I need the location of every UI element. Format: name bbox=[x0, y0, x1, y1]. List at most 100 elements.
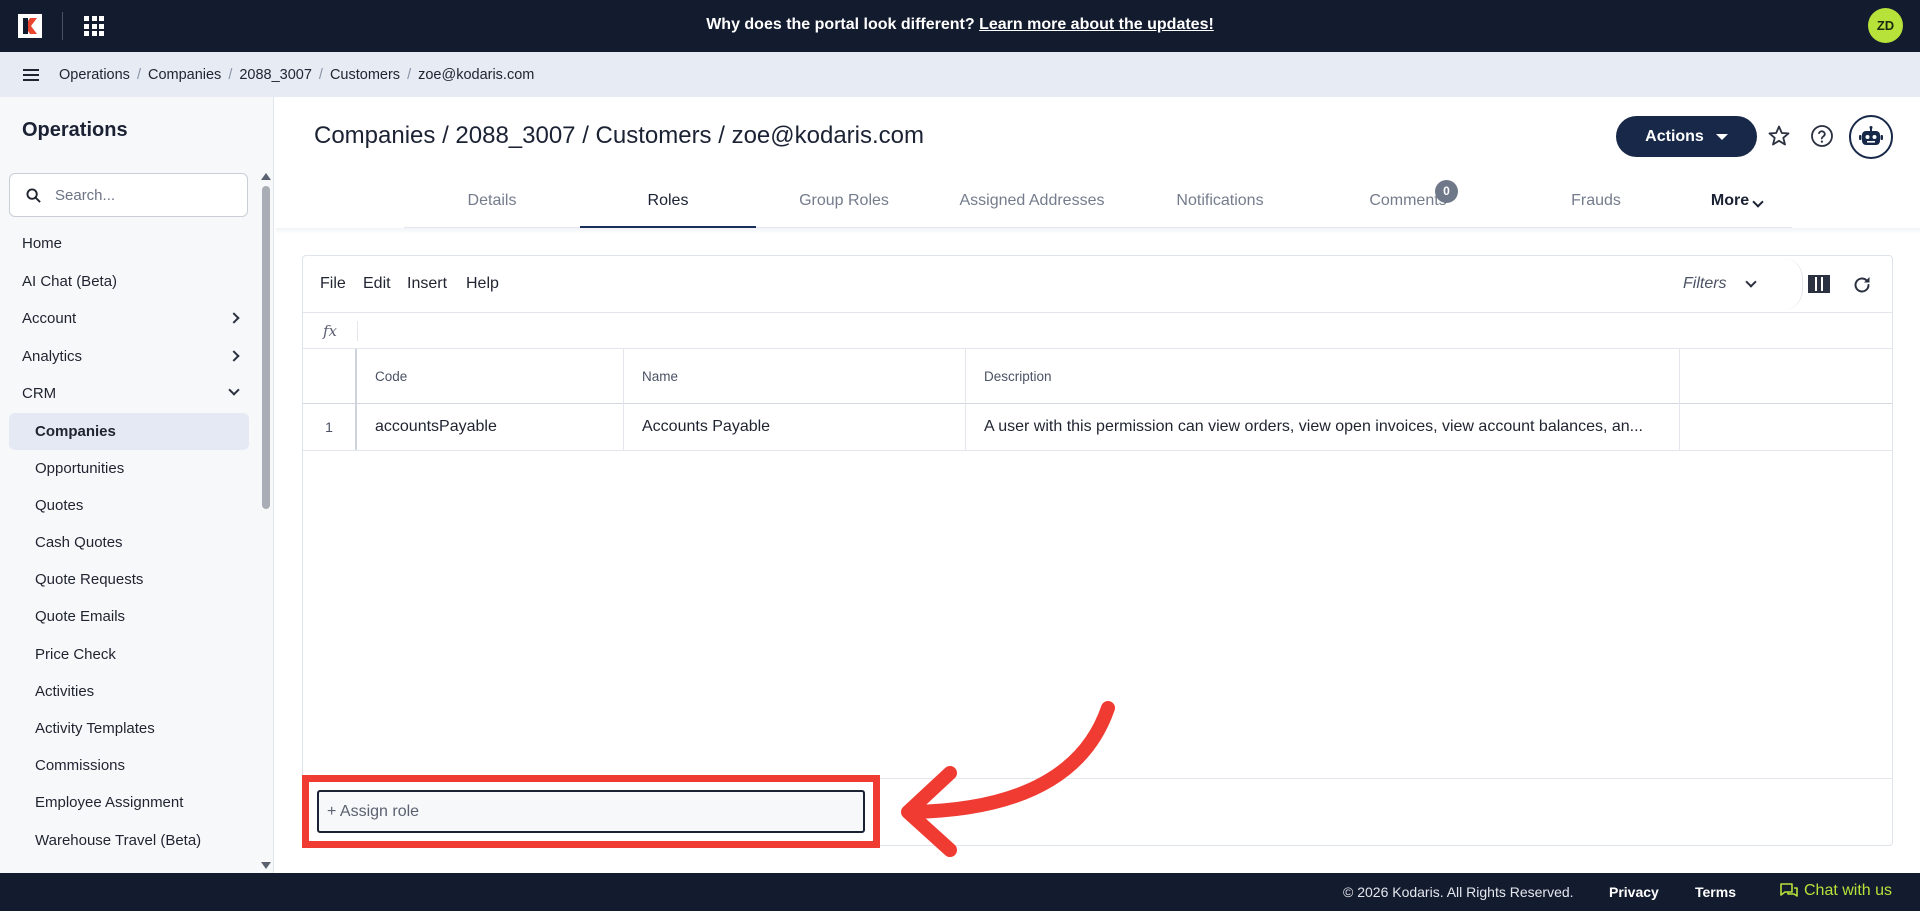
banner-link[interactable]: Learn more about the updates! bbox=[979, 16, 1214, 33]
table-header: Code Name Description bbox=[303, 349, 1892, 404]
annotation-arrow-icon bbox=[901, 701, 1115, 857]
filters-dropdown[interactable]: Filters bbox=[1683, 275, 1727, 293]
tab-group-roles[interactable]: Group Roles bbox=[756, 180, 932, 228]
chevron-down-icon bbox=[1745, 276, 1757, 288]
sidebar-item-price-check[interactable]: Price Check bbox=[0, 636, 258, 673]
sidebar-item-employee-assignment[interactable]: Employee Assignment bbox=[0, 784, 258, 821]
cell-description[interactable]: A user with this permission can view ord… bbox=[966, 404, 1680, 450]
sidebar-item-account[interactable]: Account bbox=[0, 300, 258, 338]
menu-help[interactable]: Help bbox=[466, 275, 499, 293]
menu-file[interactable]: File bbox=[320, 275, 346, 293]
row-number: 1 bbox=[303, 404, 357, 450]
sidebar-nav: Home AI Chat (Beta) Account Analytics CR… bbox=[0, 225, 258, 859]
sidebar-item-label: Account bbox=[22, 310, 77, 327]
chat-icon bbox=[1780, 883, 1798, 897]
tab-notifications[interactable]: Notifications bbox=[1132, 180, 1308, 228]
column-header-description[interactable]: Description bbox=[966, 349, 1680, 404]
breadcrumb-item[interactable]: Companies bbox=[148, 67, 221, 83]
grid-menubar: File Edit Insert Help Filters bbox=[303, 256, 1892, 313]
cell-code[interactable]: accountsPayable bbox=[357, 404, 624, 450]
breadcrumb-item[interactable]: 2088_3007 bbox=[239, 67, 312, 83]
sidebar-item-activity-templates[interactable]: Activity Templates bbox=[0, 710, 258, 747]
refresh-icon[interactable] bbox=[1852, 275, 1872, 295]
sidebar: Operations Search... Home AI Chat (Beta)… bbox=[0, 97, 274, 873]
search-icon bbox=[26, 187, 41, 203]
column-header-name[interactable]: Name bbox=[624, 349, 966, 404]
sidebar-item-commissions[interactable]: Commissions bbox=[0, 747, 258, 784]
top-banner: Why does the portal look different? Lear… bbox=[0, 0, 1920, 52]
sidebar-item-label: Cash Quotes bbox=[35, 534, 123, 552]
tab-roles[interactable]: Roles bbox=[580, 180, 756, 228]
tab-bar: Details Roles Group Roles Assigned Addre… bbox=[404, 180, 1792, 228]
sidebar-item-crm[interactable]: CRM bbox=[0, 375, 258, 413]
sidebar-item-label: Activity Templates bbox=[35, 720, 155, 737]
sidebar-item-analytics[interactable]: Analytics bbox=[0, 338, 258, 376]
chevron-right-icon bbox=[228, 312, 240, 324]
chat-with-us-button[interactable]: Chat with us bbox=[1780, 882, 1892, 900]
sidebar-item-label: Activities bbox=[35, 682, 95, 700]
sidebar-item-companies[interactable]: Companies bbox=[9, 412, 249, 450]
sidebar-item-label: Price Check bbox=[35, 645, 116, 663]
privacy-link[interactable]: Privacy bbox=[1609, 884, 1659, 900]
assign-role-input[interactable]: + Assign role bbox=[317, 790, 865, 833]
chevron-down-icon bbox=[228, 384, 240, 396]
chat-label: Chat with us bbox=[1804, 882, 1893, 899]
terms-link[interactable]: Terms bbox=[1695, 884, 1736, 900]
tab-details[interactable]: Details bbox=[404, 180, 580, 228]
help-icon[interactable] bbox=[1810, 124, 1834, 148]
star-icon[interactable] bbox=[1767, 124, 1791, 148]
breadcrumb-item[interactable]: zoe@kodaris.com bbox=[418, 67, 534, 83]
copyright-text: © 2026 Kodaris. All Rights Reserved. bbox=[1343, 884, 1574, 900]
sidebar-item-quote-emails[interactable]: Quote Emails bbox=[0, 598, 258, 635]
cell-name[interactable]: Accounts Payable bbox=[624, 404, 966, 450]
divider bbox=[357, 321, 358, 341]
sidebar-item-label: Commissions bbox=[35, 757, 126, 775]
sidebar-item-warehouse-travel[interactable]: Warehouse Travel (Beta) bbox=[0, 822, 258, 859]
menu-insert[interactable]: Insert bbox=[407, 275, 447, 293]
caret-down-icon bbox=[1715, 133, 1728, 140]
sidebar-item-opportunities[interactable]: Opportunities bbox=[0, 450, 258, 487]
tabs-shadow bbox=[276, 228, 1920, 234]
row-number-header bbox=[303, 349, 357, 404]
sidebar-item-activities[interactable]: Activities bbox=[0, 673, 258, 710]
sidebar-item-label: Companies bbox=[35, 422, 116, 440]
tab-comments[interactable]: Comments bbox=[1308, 180, 1508, 228]
table-row[interactable]: 1 accountsPayable Accounts Payable A use… bbox=[303, 404, 1892, 451]
user-avatar[interactable]: ZD bbox=[1868, 8, 1903, 43]
sidebar-item-home[interactable]: Home bbox=[0, 225, 258, 263]
footer-bar: © 2026 Kodaris. All Rights Reserved. Pri… bbox=[0, 873, 1920, 911]
sidebar-item-label: Quotes bbox=[35, 496, 84, 514]
columns-icon[interactable] bbox=[1808, 275, 1830, 293]
ai-assistant-button[interactable] bbox=[1849, 115, 1893, 159]
divider bbox=[1783, 258, 1803, 310]
column-header-code[interactable]: Code bbox=[357, 349, 624, 404]
scroll-down-arrow-icon[interactable] bbox=[261, 862, 271, 869]
tab-more[interactable]: More bbox=[1680, 180, 1780, 228]
breadcrumb-item[interactable]: Customers bbox=[330, 67, 400, 83]
sidebar-item-label: Quote Requests bbox=[35, 571, 144, 589]
sidebar-item-label: Opportunities bbox=[35, 459, 125, 477]
sidebar-title: Operations bbox=[22, 119, 128, 141]
sidebar-scrollbar-thumb[interactable] bbox=[262, 186, 270, 509]
robot-icon bbox=[1859, 126, 1883, 145]
page-title: Companies / 2088_3007 / Customers / zoe@… bbox=[314, 122, 924, 149]
breadcrumb-bar: Operations / Companies / 2088_3007 / Cus… bbox=[0, 52, 1920, 97]
formula-bar[interactable]: fx bbox=[303, 313, 1892, 349]
sidebar-item-ai-chat[interactable]: AI Chat (Beta) bbox=[0, 263, 258, 301]
sidebar-item-label: Warehouse Travel (Beta) bbox=[35, 831, 202, 849]
sidebar-search-input[interactable]: Search... bbox=[9, 173, 248, 217]
update-banner: Why does the portal look different? Lear… bbox=[0, 16, 1920, 34]
sidebar-item-cash-quotes[interactable]: Cash Quotes bbox=[0, 524, 258, 561]
sidebar-item-quote-requests[interactable]: Quote Requests bbox=[0, 561, 258, 598]
breadcrumb-separator: / bbox=[136, 66, 141, 83]
tab-frauds[interactable]: Frauds bbox=[1508, 180, 1684, 228]
sidebar-item-label: Quote Emails bbox=[35, 608, 126, 626]
actions-button[interactable]: Actions bbox=[1616, 116, 1757, 157]
sidebar-item-quotes[interactable]: Quotes bbox=[0, 487, 258, 524]
hamburger-menu-icon[interactable] bbox=[23, 68, 39, 81]
menu-edit[interactable]: Edit bbox=[363, 275, 391, 293]
scroll-up-arrow-icon[interactable] bbox=[261, 173, 271, 180]
breadcrumb-item[interactable]: Operations bbox=[59, 67, 130, 83]
tab-assigned-addresses[interactable]: Assigned Addresses bbox=[932, 180, 1132, 228]
search-placeholder: Search... bbox=[55, 186, 116, 204]
